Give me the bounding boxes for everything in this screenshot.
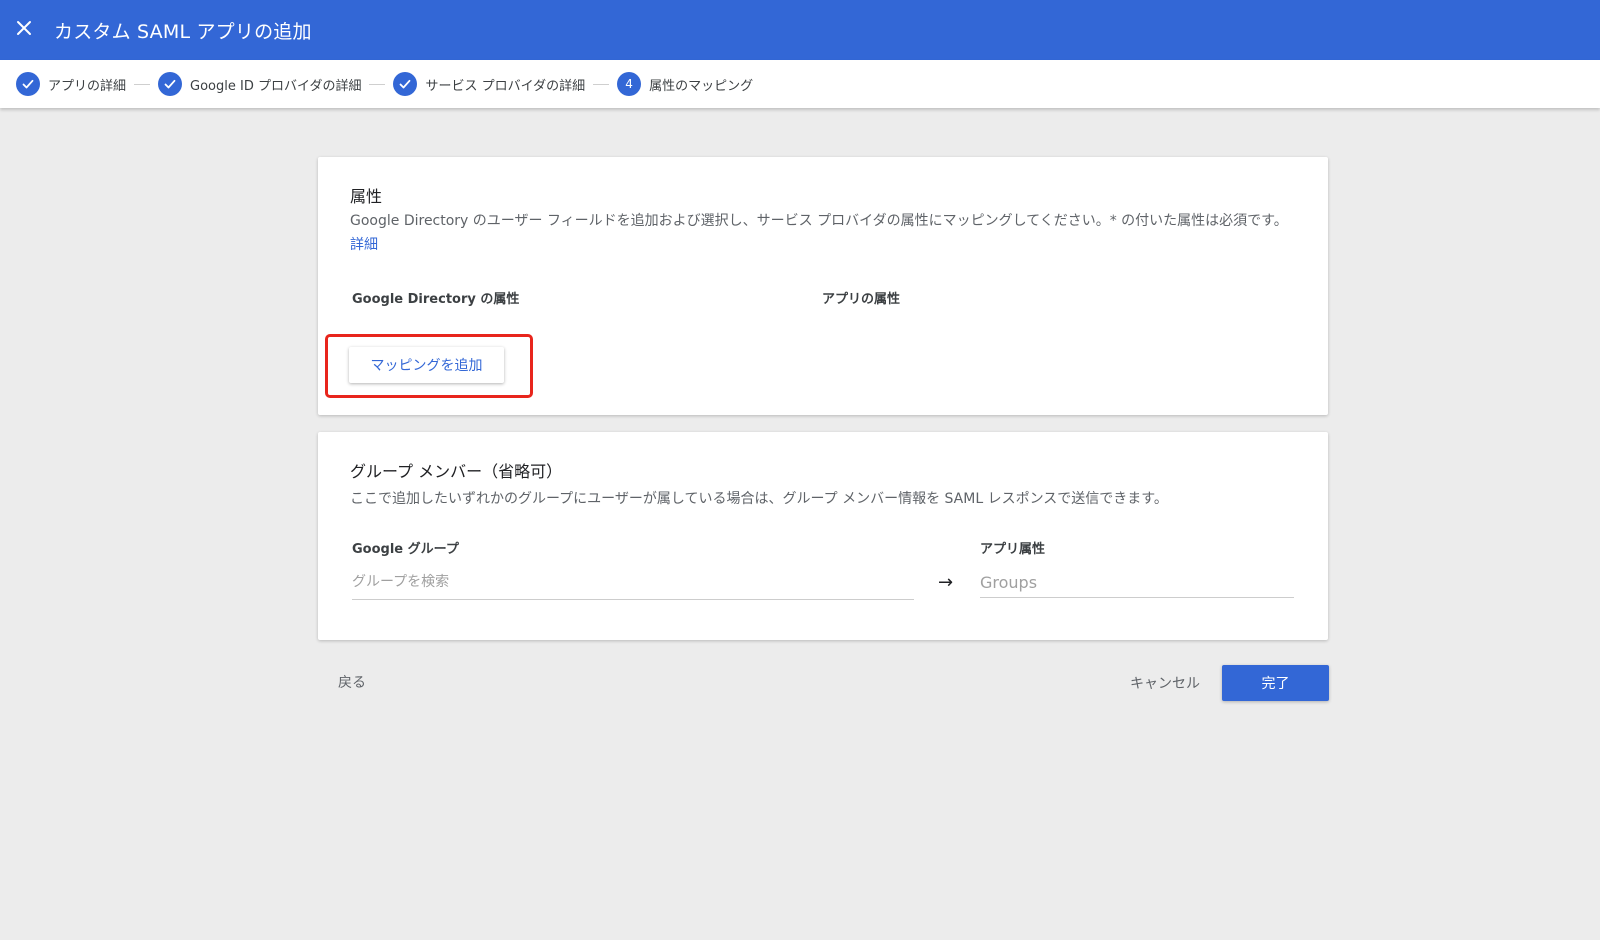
group-search-input[interactable] <box>352 564 914 600</box>
step-label: 属性のマッピング <box>649 78 754 94</box>
step-divider <box>593 83 610 85</box>
group-membership-card: グループ メンバー（省略可） ここで追加したいずれかのグループにユーザーが属して… <box>318 432 1328 640</box>
step-label: サービス プロバイダの詳細 <box>425 78 586 94</box>
step-number: 4 <box>617 72 642 96</box>
add-mapping-button[interactable]: マッピングを追加 <box>349 347 504 383</box>
step-label: Google ID プロバイダの詳細 <box>190 78 362 94</box>
cancel-button[interactable]: キャンセル <box>1122 665 1208 701</box>
step-divider <box>369 83 386 85</box>
top-app-bar: カスタム SAML アプリの追加 <box>0 0 1600 60</box>
step-divider <box>134 83 151 85</box>
close-icon <box>16 20 32 40</box>
back-button[interactable]: 戻る <box>330 668 374 696</box>
arrow-right-icon: → <box>938 572 954 593</box>
step-label: アプリの詳細 <box>48 78 127 94</box>
directory-attribute-header: Google Directory の属性 <box>352 292 520 307</box>
check-icon <box>158 72 183 96</box>
learn-more-link[interactable]: 詳細 <box>350 237 378 253</box>
google-groups-header: Google グループ <box>352 542 459 557</box>
check-icon <box>393 72 418 96</box>
step-app-details[interactable]: アプリの詳細 <box>16 72 126 96</box>
app-attribute-input[interactable] <box>980 568 1294 598</box>
step-sp-details[interactable]: サービス プロバイダの詳細 <box>393 72 585 96</box>
app-attribute-header: アプリの属性 <box>822 292 901 307</box>
page-title: カスタム SAML アプリの追加 <box>54 20 312 43</box>
attributes-title: 属性 <box>350 187 383 206</box>
step-idp-details[interactable]: Google ID プロバイダの詳細 <box>158 72 361 96</box>
check-icon <box>16 72 40 96</box>
attributes-description: Google Directory のユーザー フィールドを追加および選択し、サー… <box>350 209 1290 257</box>
attributes-card: 属性 Google Directory のユーザー フィールドを追加および選択し… <box>318 157 1328 415</box>
group-description: ここで追加したいずれかのグループにユーザーが属している場合は、グループ メンバー… <box>350 491 1168 507</box>
group-title: グループ メンバー（省略可） <box>350 462 563 481</box>
stepper: アプリの詳細 Google ID プロバイダの詳細 サービス プロバイダの詳細 … <box>0 60 1600 108</box>
close-button[interactable] <box>0 6 48 54</box>
description-text: Google Directory のユーザー フィールドを追加および選択し、サー… <box>350 213 1288 229</box>
step-attribute-mapping[interactable]: 4 属性のマッピング <box>617 72 753 96</box>
done-button[interactable]: 完了 <box>1222 665 1329 701</box>
app-attr-header: アプリ属性 <box>980 542 1046 557</box>
